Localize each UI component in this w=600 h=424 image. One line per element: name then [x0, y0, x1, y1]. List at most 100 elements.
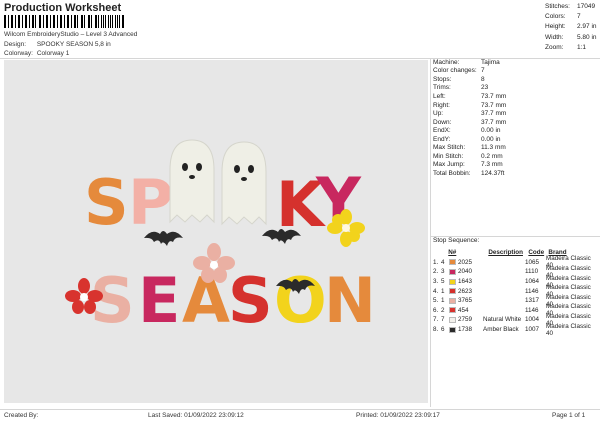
info-label: Total Bobbin: [433, 169, 471, 177]
info-row: Machine: Tajima [433, 58, 597, 67]
design-value: SPOOKY SEASON 5,8 in [36, 41, 111, 48]
info-value: 0.2 mm [481, 152, 503, 160]
needle-number: 5 [441, 278, 445, 286]
info-label: Min Stitch: [433, 152, 464, 160]
info-row: Up: 37.7 mm [433, 109, 597, 118]
info-label: Left: [433, 92, 446, 100]
created-by: Created By: [4, 412, 39, 419]
thread-code: 1004 [525, 316, 540, 324]
design-preview[interactable]: S P K Y S E A S O N [4, 60, 428, 403]
stat-value: 7 [577, 13, 581, 21]
stat-value: 5.80 in [577, 33, 597, 41]
panel-divider [430, 58, 431, 407]
letter-o: O [274, 264, 327, 337]
ghost-left [169, 139, 215, 224]
thread-code: 1317 [525, 297, 540, 305]
stop-number: 5. [433, 297, 439, 305]
thread-code: 1065 [525, 258, 540, 266]
barcode-bar [102, 15, 104, 28]
thread-description: Natural White [483, 316, 522, 324]
stop-sequence-table: N# Description Code Brand 1. 4 2025 1065 Mad… [433, 248, 599, 337]
stop-number: 4. [433, 287, 439, 295]
page-title: Production Worksheet [4, 2, 122, 14]
color-swatch [449, 307, 456, 314]
colorway-row: Colorway: Colorway 1 [4, 50, 69, 57]
info-row: EndY: 0.00 in [433, 135, 597, 144]
colorway-label: Colorway: [4, 50, 33, 57]
stat-row: Zoom: 1:1 [545, 43, 597, 53]
info-value: 73.7 mm [481, 92, 507, 100]
stop-number: 8. [433, 326, 439, 334]
letter-s-3: S [228, 264, 273, 337]
needle-number: 3 [441, 268, 445, 276]
info-value: 37.7 mm [481, 118, 507, 126]
thread-description: Amber Black [483, 326, 519, 334]
info-label: Color changes: [433, 67, 477, 75]
color-swatch [449, 316, 456, 323]
info-value: 11.3 mm [481, 144, 506, 152]
needle-number: 1 [441, 287, 445, 295]
stat-value: 2.97 in [577, 23, 597, 31]
thread-brand: Madeira Classic 40 [546, 322, 591, 337]
thread-code: 1146 [525, 287, 539, 295]
printed-date: Printed: 01/09/2022 23:09:17 [356, 412, 440, 419]
info-row: Left: 73.7 mm [433, 92, 597, 101]
info-value: 7 [481, 67, 485, 75]
info-label: Max Jump: [433, 161, 465, 169]
col-header-n: N# [448, 249, 457, 257]
stat-row: Stitches: 17049 [545, 2, 597, 12]
stat-row: Colors: 7 [545, 12, 597, 22]
barcode-bar [52, 15, 54, 28]
stop-sequence-label: Stop Sequence: [433, 237, 480, 244]
stat-row: Width: 5.80 in [545, 33, 597, 43]
color-swatch [449, 326, 456, 333]
thread-number: 2025 [458, 258, 473, 266]
info-label: EndY: [433, 135, 451, 143]
info-value: 73.7 mm [481, 101, 507, 109]
color-swatch [449, 288, 456, 295]
stat-label: Stitches: [545, 3, 570, 10]
stat-label: Width: [545, 33, 564, 41]
stat-value: 1:1 [577, 43, 587, 51]
thread-number: 2759 [458, 316, 473, 324]
thread-code: 1064 [525, 278, 540, 286]
info-row: Min Stitch: 0.2 mm [433, 152, 597, 161]
stat-row: Height: 2.97 in [545, 22, 597, 32]
barcode-bar [21, 15, 23, 28]
thread-number: 454 [458, 306, 469, 314]
letter-s-1: S [84, 166, 129, 239]
thread-code: 1110 [525, 268, 539, 276]
letter-e: E [138, 264, 180, 337]
info-label: Trims: [433, 84, 451, 92]
letter-n: N [324, 264, 376, 337]
ghost-right [221, 141, 267, 226]
stop-number: 6. [433, 306, 439, 314]
footer-divider [0, 409, 600, 410]
info-row: Max Stitch: 11.3 mm [433, 143, 597, 152]
table-row[interactable]: 8. 6 1738 Amber Black 1007 Madeira Classic 40 [433, 322, 599, 337]
info-value: 23 [481, 84, 489, 92]
info-row: Stops: 8 [433, 75, 597, 84]
color-swatch [449, 297, 456, 304]
barcode [4, 15, 126, 28]
design-label: Design: [4, 41, 27, 48]
colorway-value: Colorway 1 [36, 50, 70, 57]
info-row: Trims: 23 [433, 84, 597, 93]
stop-number: 3. [433, 278, 439, 286]
barcode-bar [38, 15, 40, 28]
color-swatch [449, 268, 456, 275]
stat-label: Colors: [545, 13, 566, 21]
barcode-bar [67, 15, 69, 28]
info-value: 8 [481, 75, 485, 83]
stat-label: Zoom: [545, 43, 564, 51]
info-label: Up: [433, 110, 444, 118]
color-swatch [449, 278, 456, 285]
barcode-bar [84, 15, 85, 28]
info-row: Total Bobbin: 124.37ft [433, 169, 597, 178]
info-row: Color changes: 7 [433, 67, 597, 76]
software-name: Wilcom EmbroideryStudio – Level 3 Advanc… [4, 31, 138, 38]
barcode-bar [123, 15, 125, 28]
needle-number: 1 [441, 297, 445, 305]
info-value: 37.7 mm [481, 110, 507, 118]
machine-info: Machine: Tajima Color changes: 7 Stops: 8 Trim… [433, 58, 597, 178]
